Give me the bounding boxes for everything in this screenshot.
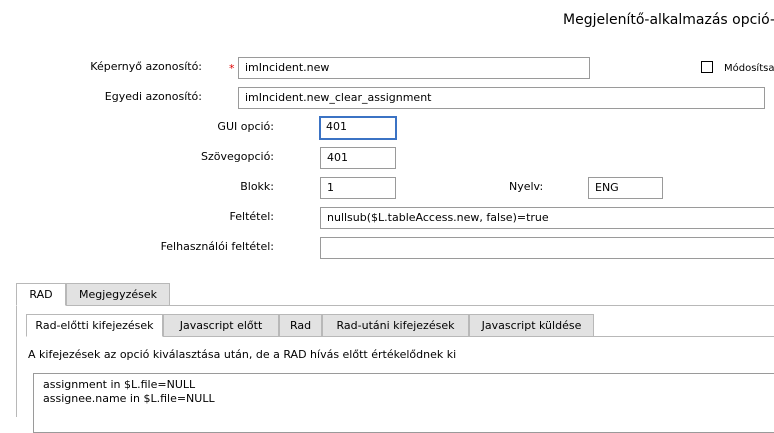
condition-input[interactable]: nullsub($L.tableAccess.new, false)=true [320, 207, 774, 229]
block-input[interactable]: 1 [320, 177, 396, 199]
user-condition-label: Felhasználói feltétel: [160, 240, 274, 253]
expression-line: assignment in $L.file=NULL [43, 378, 196, 391]
text-option-input[interactable]: 401 [320, 147, 396, 169]
subtab-rad-elotti[interactable]: Rad-előtti kifejezések [26, 314, 163, 337]
subtab-rad-utani[interactable]: Rad-utáni kifejezések [322, 314, 469, 337]
gui-option-input[interactable]: 401 [319, 116, 397, 140]
tab-panel-border [16, 305, 17, 417]
language-input[interactable]: ENG [588, 177, 663, 199]
expression-line: assignee.name in $L.file=NULL [43, 392, 215, 405]
required-marker: * [229, 62, 235, 75]
modify-label: Módosítsa [724, 63, 774, 74]
block-label: Blokk: [240, 180, 274, 193]
condition-label: Feltétel: [229, 210, 274, 223]
modify-checkbox[interactable] [701, 61, 713, 73]
page-title: Megjelenítő-alkalmazás opció-r [563, 12, 774, 28]
tab-rad[interactable]: RAD [16, 283, 66, 306]
unique-id-input[interactable]: imIncident.new_clear_assignment [238, 87, 765, 109]
subtab-javascript-elott[interactable]: Javascript előtt [163, 314, 279, 337]
language-label: Nyelv: [509, 180, 544, 193]
unique-id-label: Egyedi azonosító: [104, 90, 202, 103]
user-condition-input[interactable] [320, 237, 774, 259]
screen-id-label: Képernyő azonosító: [90, 60, 202, 73]
gui-option-label: GUI opció: [217, 120, 274, 133]
tab-megjegyzesek[interactable]: Megjegyzések [66, 283, 170, 306]
subtab-javascript-kuldese[interactable]: Javascript küldése [469, 314, 594, 337]
expressions-description: A kifejezések az opció kiválasztása után… [28, 348, 457, 361]
screen-id-input[interactable]: imIncident.new [238, 57, 590, 79]
text-option-label: Szövegopció: [201, 150, 274, 163]
expressions-textarea[interactable]: assignment in $L.file=NULL assignee.name… [33, 373, 774, 433]
subtab-rad[interactable]: Rad [279, 314, 322, 337]
